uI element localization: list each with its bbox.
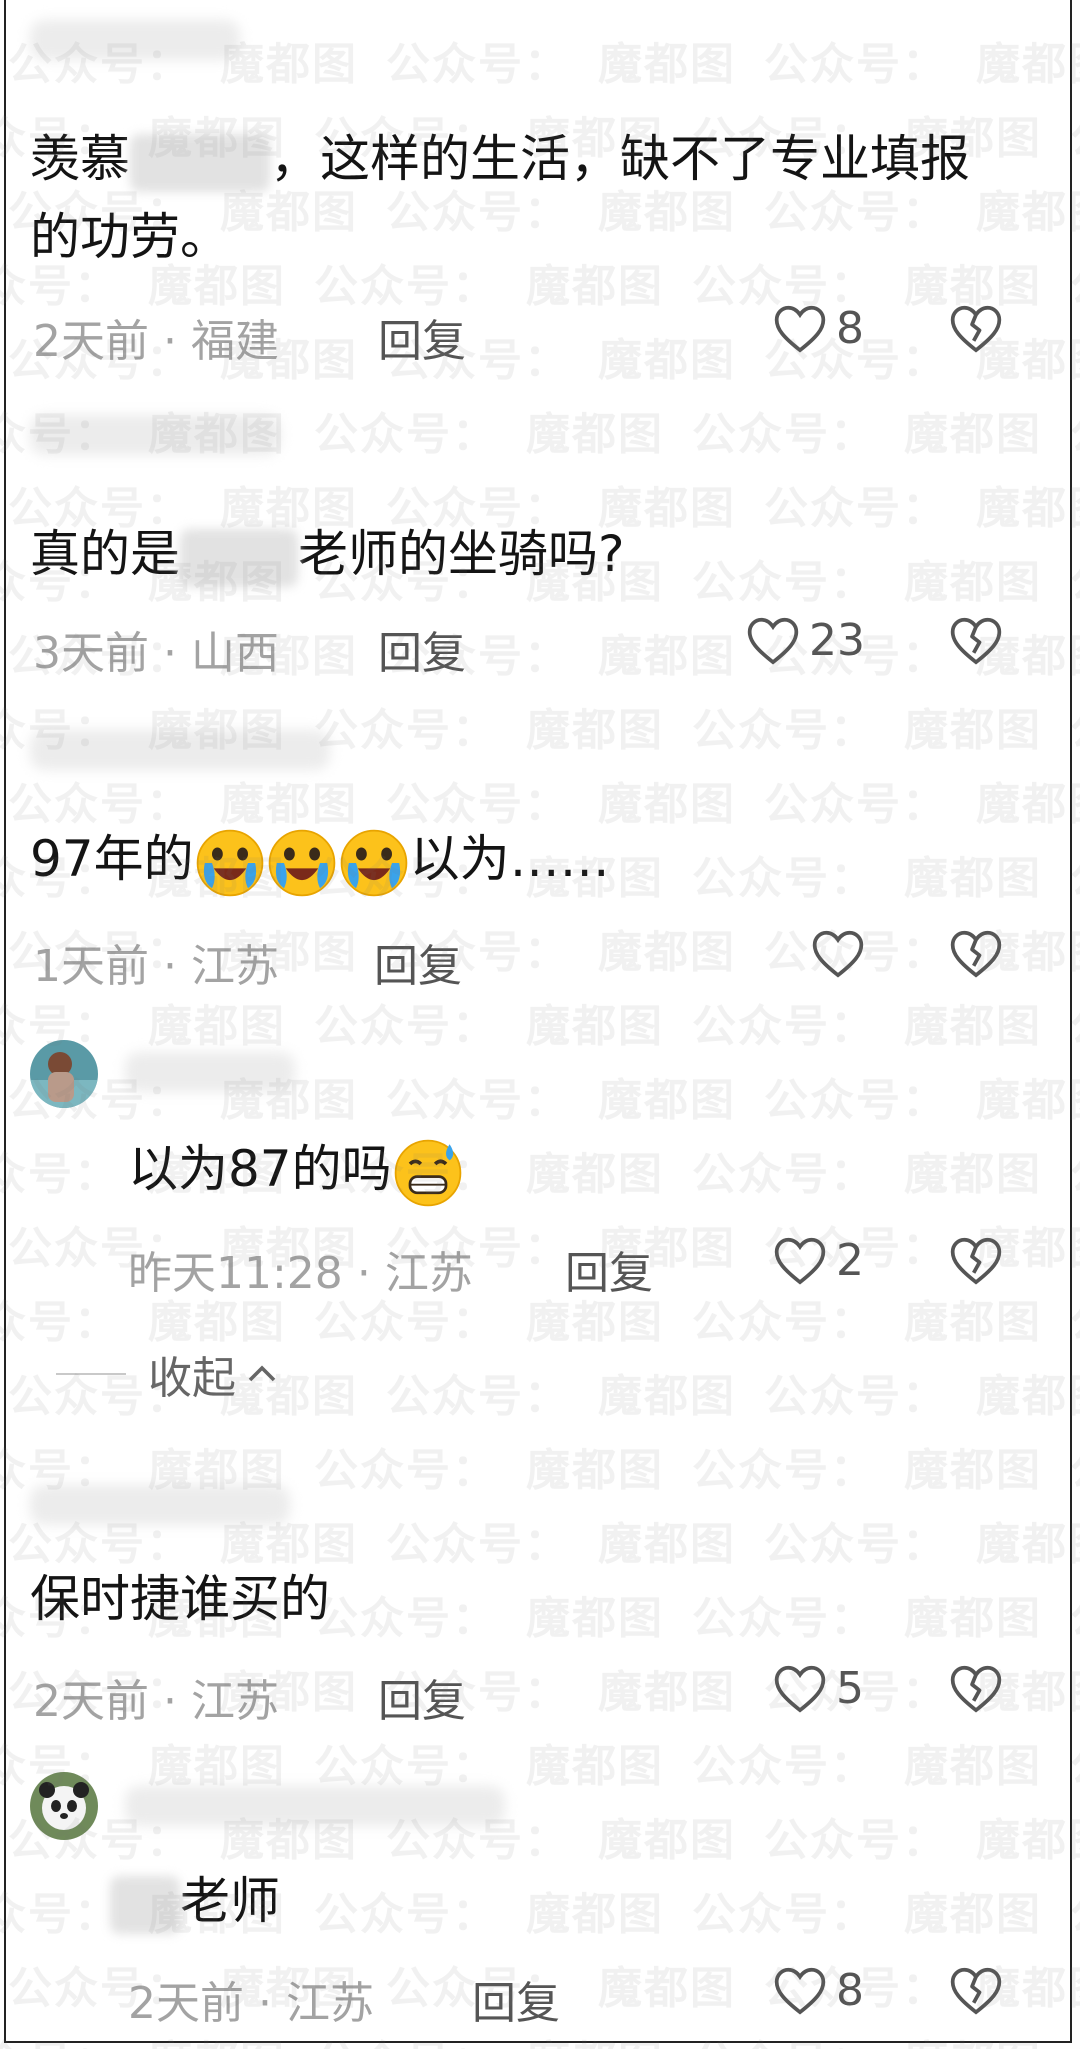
username-blurred[interactable] <box>30 20 240 60</box>
like-count: 5 <box>836 1662 864 1714</box>
comment-text: 97年的 以为…… <box>30 820 1010 899</box>
collapse-label: 收起 <box>148 1353 236 1404</box>
comment-region: 江苏 <box>191 1676 279 1727</box>
grimacing-sweat-emoji-icon <box>394 1139 461 1206</box>
comment-time: 2天前 <box>33 316 149 367</box>
dislike-button[interactable] <box>948 1662 1004 1718</box>
like-count: 23 <box>809 614 865 666</box>
comment-region: 江苏 <box>286 1978 374 2029</box>
comment-meta: 3天前 · 山西 <box>33 628 279 679</box>
comment-time: 昨天11:28 <box>128 1248 343 1299</box>
blurred-name <box>180 528 298 587</box>
broken-heart-icon <box>950 930 1002 978</box>
heart-outline-icon <box>774 1237 826 1285</box>
username-blurred[interactable] <box>30 1485 290 1525</box>
like-button[interactable]: 23 <box>745 614 865 666</box>
like-count: 8 <box>836 302 864 354</box>
reply-button[interactable]: 回复 <box>378 305 466 369</box>
broken-heart-icon <box>950 617 1002 665</box>
comment-text-part: 老师 <box>180 1872 280 1930</box>
dislike-button[interactable] <box>948 1234 1004 1290</box>
broken-heart-icon <box>950 1237 1002 1285</box>
crying-laughing-emoji-icon <box>340 829 407 896</box>
comment-region: 山西 <box>191 628 279 679</box>
reply-button[interactable]: 回复 <box>378 1665 466 1729</box>
comment-meta: 1天前 · 江苏 <box>33 941 279 992</box>
comment-time: 3天前 <box>33 628 149 679</box>
reply-button[interactable]: 回复 <box>472 1967 560 2031</box>
username-blurred[interactable] <box>125 1786 505 1826</box>
comment-meta: 昨天11:28 · 江苏 <box>128 1248 473 1299</box>
divider-line <box>56 1373 126 1375</box>
comment-region: 江苏 <box>191 941 279 992</box>
heart-outline-icon <box>747 617 799 665</box>
like-button[interactable] <box>810 927 874 979</box>
reply-button[interactable]: 回复 <box>374 930 462 994</box>
heart-outline-icon <box>812 930 864 978</box>
comment-text-part: 以为…… <box>409 830 610 888</box>
broken-heart-icon <box>950 305 1002 353</box>
comment-region: 江苏 <box>384 1248 473 1299</box>
comment-text-part: 羡慕 <box>30 130 130 188</box>
like-button[interactable]: 8 <box>772 302 864 354</box>
reply-button[interactable]: 回复 <box>378 617 466 681</box>
comment-text-part: 以为87的吗 <box>128 1140 392 1198</box>
comment-meta: 2天前 · 福建 <box>33 316 279 367</box>
heart-outline-icon <box>774 1665 826 1713</box>
comment-meta: 2天前 · 江苏 <box>33 1676 279 1727</box>
comment-text: 以为87的吗 <box>128 1130 1028 1209</box>
comment-text-part: 老师的坐骑吗? <box>298 525 625 583</box>
comment-text-part: 97年的 <box>30 830 194 888</box>
comment-text: 保时捷谁买的 <box>30 1560 1010 1638</box>
comment-text: 真的是 老师的坐骑吗? <box>30 515 1010 593</box>
dislike-button[interactable] <box>948 302 1004 358</box>
broken-heart-icon <box>950 1967 1002 2015</box>
like-button[interactable]: 8 <box>772 1964 864 2016</box>
blurred-name <box>110 1875 180 1934</box>
like-count: 2 <box>836 1234 864 1286</box>
comment-meta: 2天前 · 江苏 <box>128 1978 374 2029</box>
dislike-button[interactable] <box>948 927 1004 983</box>
comment-text-part: 真的是 <box>30 525 180 583</box>
comment-region: 福建 <box>191 316 279 367</box>
crying-laughing-emoji-icon <box>196 829 263 896</box>
comment-time: 1天前 <box>33 941 149 992</box>
username-blurred[interactable] <box>30 730 330 770</box>
like-button[interactable]: 5 <box>772 1662 864 1714</box>
reply-button[interactable]: 回复 <box>565 1237 653 1301</box>
heart-outline-icon <box>774 305 826 353</box>
dislike-button[interactable] <box>948 614 1004 670</box>
broken-heart-icon <box>950 1665 1002 1713</box>
dislike-button[interactable] <box>948 1964 1004 2020</box>
avatar[interactable] <box>30 1772 98 1840</box>
chevron-up-icon <box>248 1365 276 1382</box>
comment-text: 老师 <box>110 1862 1010 1940</box>
blurred-name <box>130 133 270 192</box>
avatar[interactable] <box>30 1040 98 1108</box>
username-blurred[interactable] <box>30 415 280 455</box>
comment-time: 2天前 <box>128 1978 244 2029</box>
comment-text-part: 保时捷谁买的 <box>30 1570 330 1628</box>
heart-outline-icon <box>774 1967 826 2015</box>
comment-text: 羡慕 ，这样的生活，缺不了专业填报的功劳。 <box>30 120 1010 276</box>
crying-laughing-emoji-icon <box>268 829 335 896</box>
like-count: 8 <box>836 1964 864 2016</box>
like-button[interactable]: 2 <box>772 1234 864 1286</box>
collapse-replies-button[interactable]: 收起 <box>56 1342 282 1406</box>
comment-time: 2天前 <box>33 1676 149 1727</box>
username-blurred[interactable] <box>125 1052 295 1092</box>
